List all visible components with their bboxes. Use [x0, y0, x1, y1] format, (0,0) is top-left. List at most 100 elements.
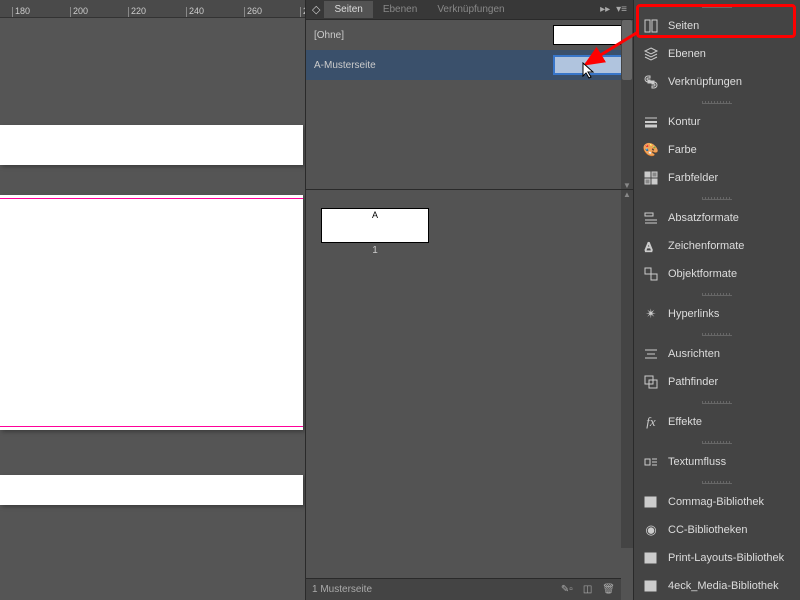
master-none-row[interactable]: [Ohne] — [306, 20, 633, 50]
library-icon — [642, 494, 660, 510]
character-styles-icon: A̲ — [642, 238, 660, 254]
panel-label: 4eck_Media-Bibliothek — [668, 580, 779, 592]
edit-page-icon[interactable]: ✎▫ — [561, 584, 573, 595]
panel-label: Absatzformate — [668, 212, 739, 224]
panel-btn-kontur[interactable]: Kontur — [634, 108, 800, 136]
panel-btn-zeichenformate[interactable]: A̲ Zeichenformate — [634, 232, 800, 260]
document-canvas[interactable]: 180 200 220 240 260 280 — [0, 0, 305, 600]
collapse-icon[interactable]: ◇ — [306, 3, 324, 16]
panel-btn-hyperlinks[interactable]: ✴ Hyperlinks — [634, 300, 800, 328]
tab-ebenen[interactable]: Ebenen — [373, 1, 427, 18]
panel-group-grip[interactable] — [634, 96, 800, 108]
panel-label: Hyperlinks — [668, 308, 719, 320]
panel-label: Ebenen — [668, 48, 706, 60]
panel-btn-farbfelder[interactable]: Farbfelder — [634, 164, 800, 192]
master-none-thumb[interactable] — [553, 25, 625, 45]
horizontal-ruler: 180 200 220 240 260 280 — [0, 0, 305, 18]
panel-label: Farbe — [668, 144, 697, 156]
master-a-row[interactable]: A-Musterseite — [306, 50, 633, 80]
ruler-tick: 180 — [12, 7, 30, 17]
panel-btn-verknuepfungen[interactable]: Verknüpfungen — [634, 68, 800, 96]
panel-tab-bar: ◇ Seiten Ebenen Verknüpfungen ▸▸ ▾≡ — [306, 0, 633, 20]
panel-btn-ebenen[interactable]: Ebenen — [634, 40, 800, 68]
panel-label: Farbfelder — [668, 172, 718, 184]
panel-btn-seiten[interactable]: Seiten — [634, 12, 800, 40]
scroll-up-icon[interactable]: ▲ — [621, 190, 633, 199]
color-icon: 🎨 — [642, 142, 660, 158]
layers-icon — [642, 46, 660, 62]
panel-btn-print-layouts-bibliothek[interactable]: Print-Layouts-Bibliothek — [634, 544, 800, 572]
margin-guide — [0, 426, 303, 427]
panel-label: Zeichenformate — [668, 240, 744, 252]
page-preview[interactable] — [0, 475, 303, 505]
master-scrollbar[interactable]: ▼ — [621, 20, 633, 190]
panel-label: Ausrichten — [668, 348, 720, 360]
page-thumb-wrapper: A 1 — [321, 208, 429, 256]
panel-btn-objektformate[interactable]: Objektformate — [634, 260, 800, 288]
cc-library-icon: ◉ — [642, 522, 660, 538]
panel-btn-ausrichten[interactable]: Ausrichten — [634, 340, 800, 368]
margin-guide — [0, 198, 303, 199]
stroke-icon — [642, 114, 660, 130]
panel-group-grip[interactable] — [634, 476, 800, 488]
panel-label: Kontur — [668, 116, 700, 128]
panel-btn-textumfluss[interactable]: Textumfluss — [634, 448, 800, 476]
tab-verknuepfungen[interactable]: Verknüpfungen — [427, 1, 514, 18]
page-preview[interactable] — [0, 195, 303, 430]
panel-btn-absatzformate[interactable]: Absatzformate — [634, 204, 800, 232]
master-a-label: A-Musterseite — [314, 60, 553, 71]
panel-btn-farbe[interactable]: 🎨 Farbe — [634, 136, 800, 164]
effects-icon: fx — [642, 414, 660, 430]
panel-group-grip[interactable] — [634, 436, 800, 448]
hyperlinks-icon: ✴ — [642, 306, 660, 322]
pages-panel: ◇ Seiten Ebenen Verknüpfungen ▸▸ ▾≡ [Ohn… — [305, 0, 633, 600]
panel-label: Commag-Bibliothek — [668, 496, 764, 508]
page-number-label: 1 — [321, 245, 429, 256]
panel-group-grip[interactable] — [634, 288, 800, 300]
panel-group-grip[interactable] — [634, 0, 800, 12]
panel-btn-cc-bibliotheken[interactable]: ◉ CC-Bibliotheken — [634, 516, 800, 544]
document-pages-section: A 1 ▲ — [306, 190, 633, 570]
panel-btn-commag-bibliothek[interactable]: Commag-Bibliothek — [634, 488, 800, 516]
page-master-letter: A — [372, 210, 378, 220]
master-a-thumb[interactable] — [553, 55, 625, 75]
ruler-tick: 240 — [186, 7, 204, 17]
swatches-icon — [642, 170, 660, 186]
panel-group-grip[interactable] — [634, 328, 800, 340]
panel-menu-icon[interactable]: ▾≡ — [616, 4, 627, 15]
pages-scrollbar[interactable]: ▲ — [621, 190, 633, 548]
panel-group-grip[interactable] — [634, 396, 800, 408]
panel-label: CC-Bibliotheken — [668, 524, 747, 536]
right-panel-dock: Seiten Ebenen Verknüpfungen Kontur 🎨 Far… — [633, 0, 800, 600]
links-icon — [642, 74, 660, 90]
panel-label: Objektformate — [668, 268, 737, 280]
panel-btn-effekte[interactable]: fx Effekte — [634, 408, 800, 436]
ruler-tick: 260 — [244, 7, 262, 17]
align-icon — [642, 346, 660, 362]
ruler-tick: 220 — [128, 7, 146, 17]
svg-text:A̲: A̲ — [645, 241, 653, 253]
panel-label: Textumfluss — [668, 456, 726, 468]
panel-btn-pathfinder[interactable]: Pathfinder — [634, 368, 800, 396]
page-preview[interactable] — [0, 125, 303, 165]
scroll-down-icon[interactable]: ▼ — [621, 181, 633, 190]
panel-label: Print-Layouts-Bibliothek — [668, 552, 784, 564]
collapse-panel-icon[interactable]: ▸▸ — [600, 4, 610, 15]
pathfinder-icon — [642, 374, 660, 390]
panel-group-grip[interactable] — [634, 192, 800, 204]
page-1-thumb[interactable]: A — [321, 208, 429, 243]
panel-btn-4eck-media-bibliothek[interactable]: 4eck_Media-Bibliothek — [634, 572, 800, 600]
master-none-label: [Ohne] — [314, 30, 553, 41]
object-styles-icon — [642, 266, 660, 282]
new-page-icon[interactable]: ◫ — [583, 584, 592, 595]
panel-label: Seiten — [668, 20, 699, 32]
textwrap-icon — [642, 454, 660, 470]
footer-status: 1 Musterseite — [312, 584, 372, 595]
panel-label: Pathfinder — [668, 376, 718, 388]
pages-panel-footer: 1 Musterseite ✎▫ ◫ 🗑 — [306, 578, 621, 600]
master-pages-section: [Ohne] A-Musterseite ▼ — [306, 20, 633, 190]
tab-seiten[interactable]: Seiten — [324, 1, 372, 18]
scroll-thumb[interactable] — [622, 20, 632, 80]
ruler-tick: 200 — [70, 7, 88, 17]
delete-page-icon[interactable]: 🗑 — [602, 584, 615, 595]
